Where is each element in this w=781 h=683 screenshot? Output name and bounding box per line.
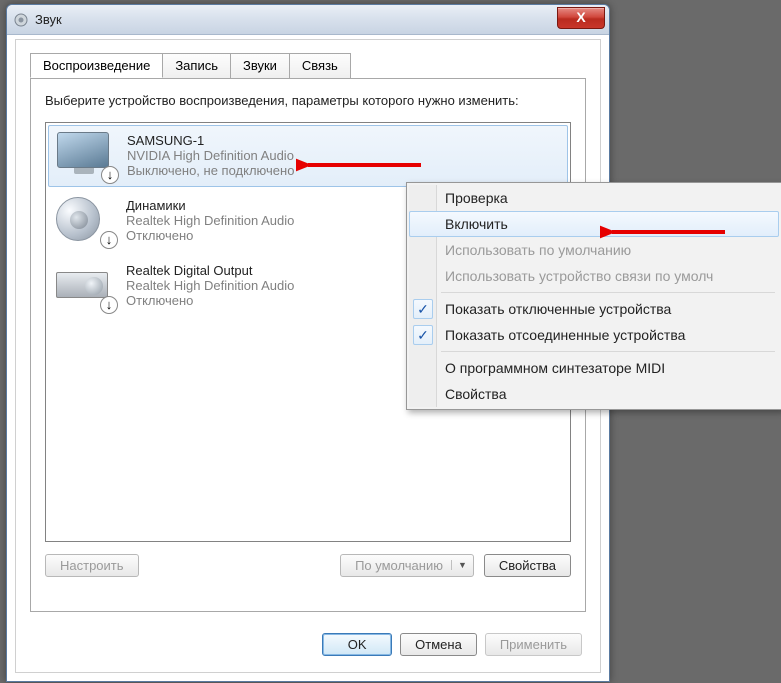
menu-item-enable[interactable]: Включить bbox=[409, 211, 779, 237]
device-controller: Realtek High Definition Audio bbox=[126, 278, 294, 293]
audio-box-icon: ↓ bbox=[56, 262, 112, 310]
menu-item-show-disconnected[interactable]: ✓ Показать отсоединенные устройства bbox=[409, 322, 779, 348]
check-icon: ✓ bbox=[413, 299, 433, 319]
device-name: SAMSUNG-1 bbox=[127, 133, 294, 148]
menu-item-label: Показать отсоединенные устройства bbox=[445, 327, 685, 343]
title-bar[interactable]: Звук X bbox=[7, 5, 609, 35]
properties-button[interactable]: Свойства bbox=[484, 554, 571, 577]
menu-item-show-disabled[interactable]: ✓ Показать отключенные устройства bbox=[409, 296, 779, 322]
speaker-icon: ↓ bbox=[56, 197, 112, 245]
instruction-text: Выберите устройство воспроизведения, пар… bbox=[45, 93, 571, 110]
cancel-button[interactable]: Отмена bbox=[400, 633, 477, 656]
menu-item-about-midi[interactable]: О программном синтезаторе MIDI bbox=[409, 355, 779, 381]
menu-item-set-default-comm[interactable]: Использовать устройство связи по умолч bbox=[409, 263, 779, 289]
tab-communications[interactable]: Связь bbox=[289, 53, 351, 78]
disabled-overlay-icon: ↓ bbox=[100, 296, 118, 314]
configure-button[interactable]: Настроить bbox=[45, 554, 139, 577]
device-status: Отключено bbox=[126, 293, 294, 308]
menu-item-label: Показать отключенные устройства bbox=[445, 301, 671, 317]
tab-recording[interactable]: Запись bbox=[162, 53, 231, 78]
device-item-samsung[interactable]: ↓ SAMSUNG-1 NVIDIA High Definition Audio… bbox=[48, 125, 568, 187]
close-button[interactable]: X bbox=[557, 7, 605, 29]
context-menu: Проверка Включить Использовать по умолча… bbox=[406, 182, 781, 410]
monitor-icon: ↓ bbox=[57, 132, 113, 180]
tab-sounds[interactable]: Звуки bbox=[230, 53, 290, 78]
device-controller: NVIDIA High Definition Audio bbox=[127, 148, 294, 163]
window-title: Звук bbox=[35, 12, 62, 27]
chevron-down-icon: ▼ bbox=[451, 560, 467, 570]
dialog-button-row: OK Отмена Применить bbox=[322, 633, 582, 656]
default-button[interactable]: По умолчанию ▼ bbox=[340, 554, 474, 577]
menu-item-test[interactable]: Проверка bbox=[409, 185, 779, 211]
device-status: Отключено bbox=[126, 228, 294, 243]
tab-playback[interactable]: Воспроизведение bbox=[30, 53, 163, 78]
device-status: Выключено, не подключено bbox=[127, 163, 294, 178]
menu-item-properties[interactable]: Свойства bbox=[409, 381, 779, 407]
disabled-overlay-icon: ↓ bbox=[100, 231, 118, 249]
device-name: Динамики bbox=[126, 198, 294, 213]
check-icon: ✓ bbox=[413, 325, 433, 345]
default-button-label: По умолчанию bbox=[355, 558, 443, 573]
device-controller: Realtek High Definition Audio bbox=[126, 213, 294, 228]
apply-button[interactable]: Применить bbox=[485, 633, 582, 656]
menu-separator bbox=[441, 292, 775, 293]
panel-button-row: Настроить По умолчанию ▼ Свойства bbox=[45, 554, 571, 577]
tab-strip: Воспроизведение Запись Звуки Связь bbox=[30, 52, 600, 77]
device-name: Realtek Digital Output bbox=[126, 263, 294, 278]
ok-button[interactable]: OK bbox=[322, 633, 392, 656]
sound-icon bbox=[13, 12, 29, 28]
disabled-overlay-icon: ↓ bbox=[101, 166, 119, 184]
menu-item-set-default[interactable]: Использовать по умолчанию bbox=[409, 237, 779, 263]
menu-separator bbox=[441, 351, 775, 352]
